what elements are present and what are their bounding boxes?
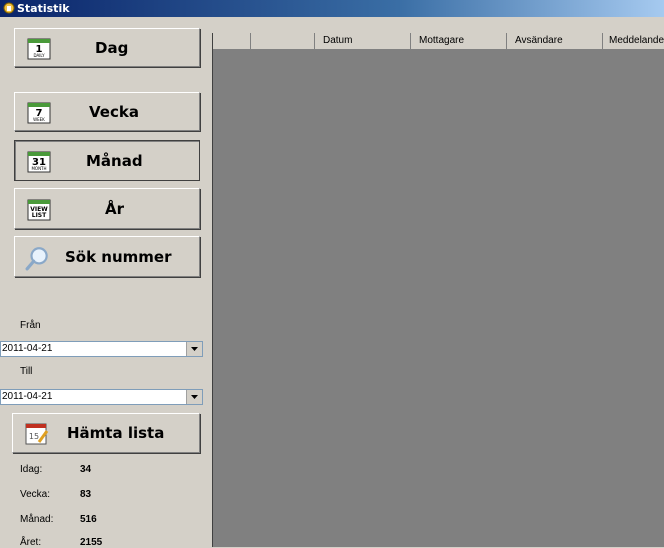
to-date-select[interactable]: 2011-04-21: [0, 389, 203, 405]
sidebar: 1 DAILY Dag 7 WEEK Vecka 31 MONTH Månad …: [0, 17, 212, 548]
stat-month-label: Månad:: [20, 514, 54, 525]
from-date-value: 2011-04-21: [2, 343, 53, 354]
day-button-label: Dag: [95, 38, 129, 57]
stat-year-value: 2155: [80, 537, 103, 548]
from-label: Från: [20, 320, 41, 331]
fetch-list-button[interactable]: 15 Hämta lista: [12, 413, 200, 453]
calendar-week-icon: 7 WEEK: [27, 102, 51, 124]
view-list-icon: VIEW LIST: [27, 199, 51, 221]
search-number-label: Sök nummer: [65, 247, 172, 266]
to-date-value: 2011-04-21: [2, 391, 53, 402]
app-icon: [3, 2, 15, 14]
calendar-daily-icon: 1 DAILY: [27, 38, 51, 60]
calendar-month-icon: 31 MONTH: [27, 151, 51, 173]
day-button[interactable]: 1 DAILY Dag: [14, 28, 200, 67]
stat-week-label: Vecka:: [20, 489, 51, 500]
column-header-mottagare[interactable]: Mottagare: [411, 33, 507, 49]
search-number-button[interactable]: Sök nummer: [14, 236, 200, 277]
stat-year-label: Året:: [20, 537, 42, 548]
week-button-label: Vecka: [89, 102, 139, 121]
chevron-down-icon[interactable]: [186, 342, 202, 356]
calendar-pencil-icon: 15: [25, 423, 49, 445]
calendar-caption: WEEK: [33, 117, 45, 122]
month-button-label: Månad: [86, 151, 143, 170]
stat-week-value: 83: [80, 489, 92, 500]
calendar-caption: LIST: [32, 212, 47, 219]
stat-today-label: Idag:: [20, 464, 43, 475]
from-date-select[interactable]: 2011-04-21: [0, 341, 203, 357]
stat-today-value: 34: [80, 464, 92, 475]
search-icon: [25, 247, 48, 271]
calendar-number: 15: [29, 432, 39, 441]
fetch-list-label: Hämta lista: [67, 424, 165, 442]
column-header-meddelande[interactable]: Meddelande: [603, 33, 664, 49]
week-button[interactable]: 7 WEEK Vecka: [14, 92, 200, 131]
column-header-avsandare[interactable]: Avsändare: [507, 33, 603, 49]
title-bar: Statistik: [0, 0, 664, 17]
to-label: Till: [20, 366, 33, 377]
results-grid[interactable]: [212, 33, 664, 547]
year-button-label: År: [105, 199, 125, 218]
stat-month-value: 516: [80, 514, 97, 525]
year-button[interactable]: VIEW LIST År: [14, 188, 200, 229]
column-header[interactable]: [213, 33, 251, 49]
chevron-down-icon[interactable]: [186, 390, 202, 404]
month-button[interactable]: 31 MONTH Månad: [14, 140, 200, 181]
grid-header: Datum Mottagare Avsändare Meddelande: [213, 33, 664, 50]
calendar-caption: MONTH: [31, 166, 46, 171]
calendar-caption: DAILY: [33, 53, 45, 58]
window-title: Statistik: [17, 2, 70, 15]
column-header[interactable]: [251, 33, 315, 49]
column-header-datum[interactable]: Datum: [315, 33, 411, 49]
